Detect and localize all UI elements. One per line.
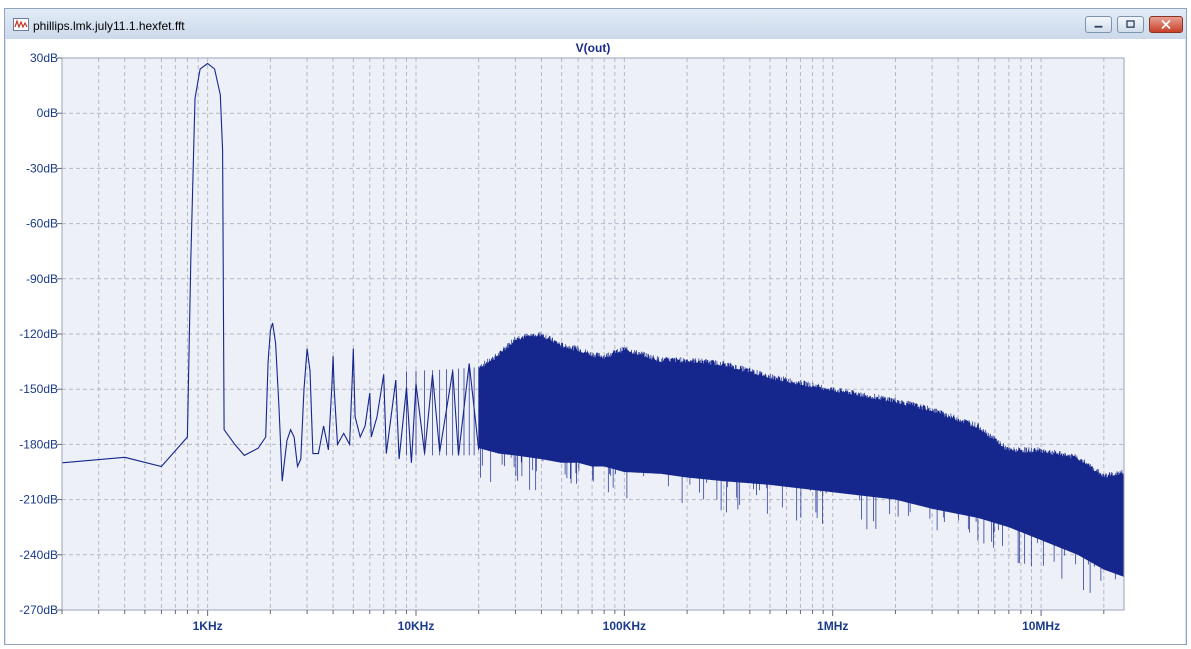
- y-tick-label: 30dB: [30, 51, 58, 65]
- fft-chart[interactable]: 30dB 0dB -30dB -60dB -90dB -120dB -150dB -180dB…: [6, 39, 1185, 644]
- y-tick-label: -30dB: [26, 161, 58, 175]
- app-window: phillips.lmk.july11.1.hexfet.fft 30dB 0dB…: [4, 8, 1187, 645]
- close-icon: [1161, 19, 1171, 30]
- x-tick-label: 10MHz: [1022, 619, 1060, 633]
- waveform-icon: [13, 18, 29, 31]
- y-tick-label: -150dB: [19, 382, 58, 396]
- x-tick-label: 10KHz: [398, 619, 435, 633]
- minimize-button[interactable]: [1085, 16, 1112, 33]
- y-tick-label: -240dB: [19, 548, 58, 562]
- x-tick-label: 100KHz: [603, 619, 646, 633]
- maximize-icon: [1126, 20, 1135, 28]
- close-button[interactable]: [1149, 16, 1183, 33]
- y-axis-ticks: 30dB 0dB -30dB -60dB -90dB -120dB -150dB -180dB…: [19, 51, 62, 617]
- x-axis-ticks: 1KHz 10KHz 100KHz 1MHz 10MHz: [61, 610, 1105, 633]
- y-tick-label: -270dB: [19, 603, 58, 617]
- y-tick-label: -210dB: [19, 493, 58, 507]
- x-tick-label: 1KHz: [193, 619, 223, 633]
- maximize-button[interactable]: [1117, 16, 1144, 33]
- title-bar[interactable]: phillips.lmk.july11.1.hexfet.fft: [5, 9, 1186, 39]
- y-tick-label: -90dB: [26, 272, 58, 286]
- y-tick-label: -60dB: [26, 217, 58, 231]
- plot-pane[interactable]: 30dB 0dB -30dB -60dB -90dB -120dB -150dB -180dB…: [6, 39, 1185, 644]
- x-tick-label: 1MHz: [817, 619, 848, 633]
- window-title: phillips.lmk.july11.1.hexfet.fft: [33, 19, 185, 33]
- chart-title: V(out): [576, 41, 611, 55]
- y-tick-label: -180dB: [19, 437, 58, 451]
- y-tick-label: 0dB: [37, 106, 58, 120]
- plot-area[interactable]: [62, 58, 1124, 610]
- minimize-icon: [1094, 25, 1103, 28]
- y-tick-label: -120dB: [19, 327, 58, 341]
